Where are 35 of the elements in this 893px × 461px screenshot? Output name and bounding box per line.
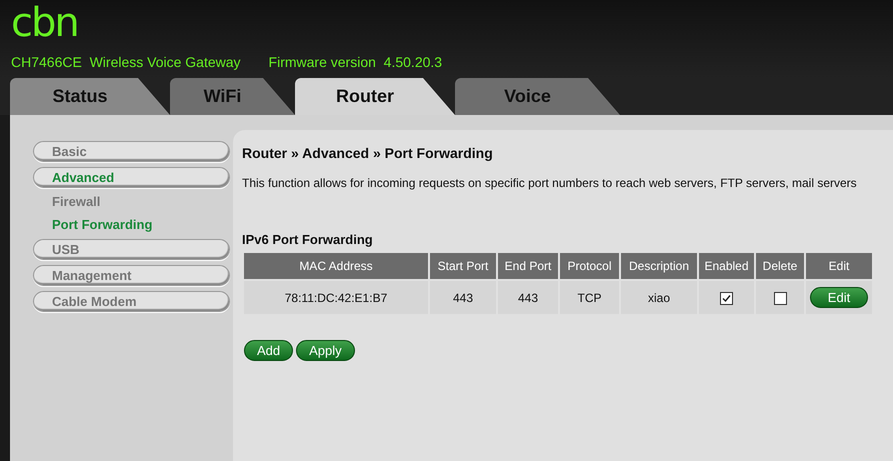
sidebar-item[interactable]: USB [33, 239, 230, 260]
nav-tab[interactable]: Voice [455, 78, 620, 115]
sidebar-item[interactable]: Cable Modem [33, 291, 230, 312]
nav-tab[interactable]: Router [295, 78, 455, 115]
column-header: Description [621, 253, 697, 279]
sidebar-link[interactable]: Port Forwarding [33, 216, 152, 234]
logo: cbn [11, 0, 78, 46]
column-header: End Port [498, 253, 558, 279]
table-cell: TCP [560, 281, 619, 314]
description-text: This function allows for incoming requests on specific port numbers to reach web servers, FTP servers, mail servers [242, 176, 857, 190]
action-button[interactable]: Apply [296, 340, 355, 361]
section-title: IPv6 Port Forwarding [242, 232, 373, 247]
breadcrumb: Router » Advanced » Port Forwarding [242, 145, 493, 161]
nav-tab[interactable]: WiFi [170, 78, 295, 115]
action-button[interactable]: Add [244, 340, 294, 361]
table-cell: xiao [621, 281, 697, 314]
sidebar-item[interactable]: Advanced [33, 167, 230, 188]
edit-button[interactable]: Edit [810, 287, 868, 308]
firmware-version: Firmware version 4.50.20.3 [268, 54, 442, 70]
column-header: Delete [756, 253, 804, 279]
sidebar-link[interactable]: Firewall [33, 193, 100, 211]
column-header: Start Port [430, 253, 496, 279]
column-header: Edit [806, 253, 872, 279]
table-cell: 78:11:DC:42:E1:B7 [244, 281, 428, 314]
model-name: CH7466CE Wireless Voice Gateway [11, 54, 241, 70]
column-header: MAC Address [244, 253, 428, 279]
sidebar-item[interactable]: Management [33, 265, 230, 286]
sidebar-item[interactable]: Basic [33, 141, 230, 162]
checkbox[interactable] [720, 292, 733, 305]
table-cell: 443 [430, 281, 496, 314]
table-cell: 443 [498, 281, 558, 314]
column-header: Enabled [699, 253, 754, 279]
column-header: Protocol [560, 253, 619, 279]
nav-tab[interactable]: Status [10, 78, 170, 115]
checkbox[interactable] [774, 292, 786, 305]
